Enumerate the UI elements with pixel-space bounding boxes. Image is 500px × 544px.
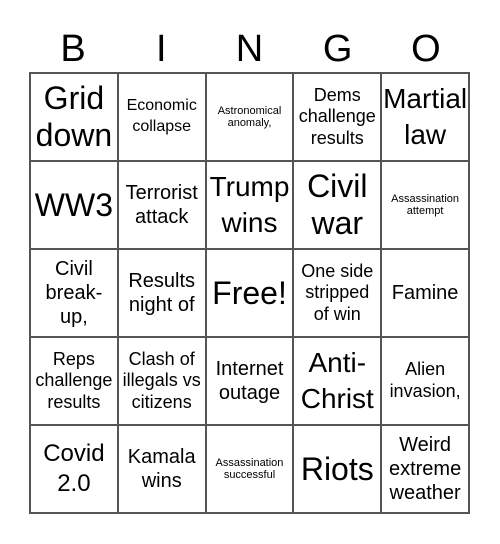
bingo-cell[interactable]: Martial law: [381, 73, 469, 161]
header-letter-b: B: [60, 28, 86, 70]
bingo-cell[interactable]: WW3: [30, 161, 118, 249]
bingo-header: B I N G O: [29, 26, 470, 72]
bingo-cell[interactable]: Alien invasion,: [381, 337, 469, 425]
bingo-cell[interactable]: Grid down: [30, 73, 118, 161]
bingo-cell[interactable]: Terrorist attack: [117, 161, 206, 249]
header-letter-o: O: [411, 28, 441, 70]
bingo-cell[interactable]: One side stripped of win: [293, 249, 382, 337]
bingo-cell[interactable]: Economic collapse: [117, 73, 206, 161]
header-letter-g: G: [322, 28, 353, 70]
header-letter-i: I: [156, 28, 167, 70]
bingo-cell[interactable]: Reps challenge results: [30, 337, 118, 425]
bingo-cell[interactable]: Kamala wins: [117, 425, 206, 513]
bingo-cell[interactable]: Assassination successful: [205, 425, 294, 513]
bingo-cell[interactable]: Trump wins: [205, 161, 294, 249]
bingo-cell[interactable]: Astronomical anomaly,: [205, 73, 294, 161]
bingo-grid: Grid down Economic collapse Astronomical…: [29, 72, 470, 514]
bingo-cell[interactable]: Covid 2.0: [30, 425, 118, 513]
bingo-cell[interactable]: Famine: [381, 249, 469, 337]
bingo-cell[interactable]: Civil war: [293, 161, 382, 249]
bingo-cell[interactable]: Anti-Christ: [293, 337, 382, 425]
bingo-cell[interactable]: Civil break-up,: [30, 249, 118, 337]
bingo-cell[interactable]: Results night of: [117, 249, 206, 337]
bingo-cell[interactable]: Clash of illegals vs citizens: [117, 337, 206, 425]
bingo-cell[interactable]: Weird extreme weather: [381, 425, 469, 513]
free-space-cell[interactable]: Free!: [205, 249, 294, 337]
bingo-cell[interactable]: Riots: [293, 425, 382, 513]
header-letter-n: N: [235, 28, 264, 70]
bingo-cell[interactable]: Assassination attempt: [381, 161, 469, 249]
bingo-cell[interactable]: Internet outage: [205, 337, 294, 425]
bingo-cell[interactable]: Dems challenge results: [293, 73, 382, 161]
